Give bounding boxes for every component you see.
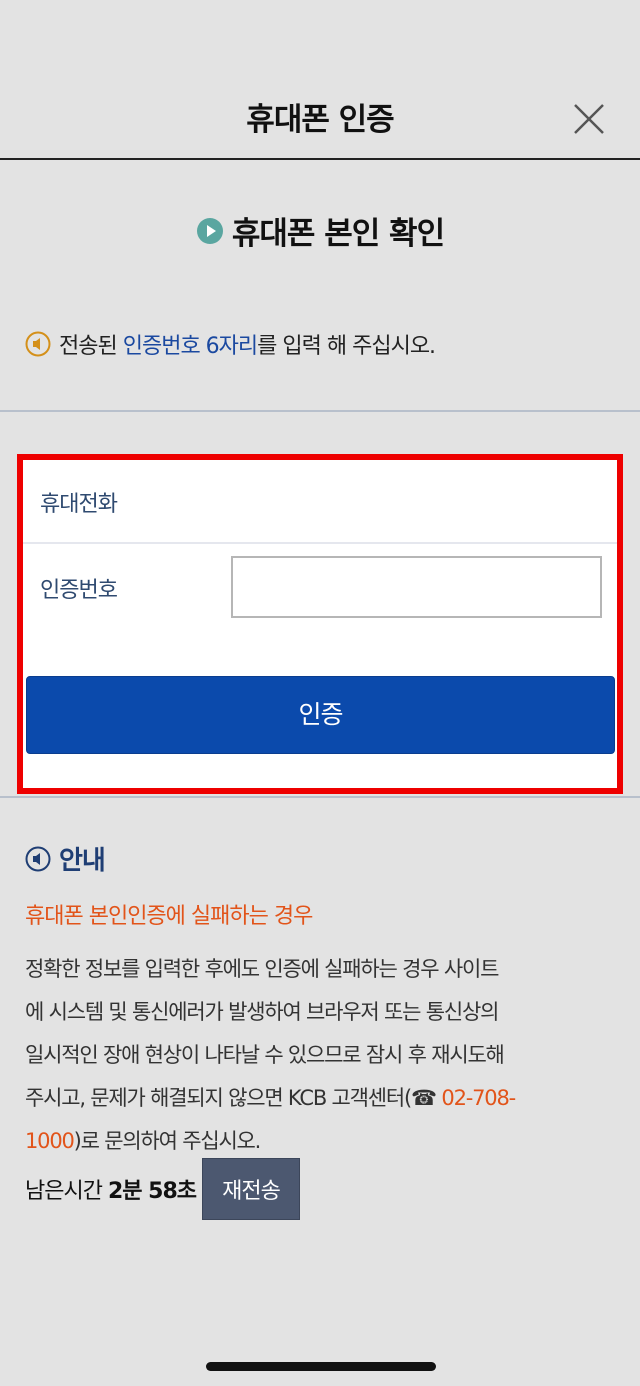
- instruction: 전송된 인증번호 6자리를 입력 해 주십시오.: [25, 328, 436, 360]
- phone-icon: ☎: [410, 1086, 437, 1110]
- header: 휴대폰 인증: [0, 0, 640, 160]
- notice-body: 정확한 정보를 입력한 후에도 인증에 실패하는 경우 사이트 에 시스템 및 …: [25, 948, 620, 1163]
- phone-number-part1: 02-708-: [435, 1086, 516, 1110]
- phone-row: 휴대전화: [23, 460, 617, 544]
- notice-heading: 안내: [25, 840, 106, 877]
- divider: [0, 410, 640, 412]
- home-indicator: [206, 1362, 436, 1371]
- notice-line-text: )로 문의하여 주십시오.: [73, 1129, 262, 1153]
- notice-line: 정확한 정보를 입력한 후에도 인증에 실패하는 경우 사이트: [25, 957, 499, 981]
- timer-value: 2분 58초: [107, 1179, 197, 1204]
- notice-line: 에 시스템 및 통신에러가 발생하여 브라우저 또는 통신상의: [25, 1000, 499, 1024]
- divider: [0, 796, 640, 798]
- notice-title: 안내: [59, 846, 106, 876]
- notice-subtitle: 휴대폰 본인인증에 실패하는 경우: [25, 904, 313, 929]
- section-title: 휴대폰 본인 확인: [0, 208, 640, 253]
- speaker-icon: [25, 331, 51, 357]
- timer-row: 남은시간 2분 58초 재전송: [25, 1158, 301, 1220]
- close-icon[interactable]: [572, 102, 606, 136]
- instruction-suffix: 를 입력 해 주십시오.: [257, 334, 436, 359]
- instruction-highlight: 인증번호 6자리: [122, 334, 258, 359]
- code-label: 인증번호: [40, 578, 118, 603]
- notice-line-text: 주시고, 문제가 해결되지 않으면 KCB 고객센터(: [25, 1086, 412, 1110]
- instruction-prefix: 전송된: [59, 334, 123, 359]
- code-input[interactable]: [231, 556, 602, 618]
- instruction-text: 전송된 인증번호 6자리를 입력 해 주십시오.: [59, 328, 436, 360]
- phone-label: 휴대전화: [40, 492, 118, 517]
- verify-button[interactable]: 인증: [26, 676, 615, 754]
- notice-line: 주시고, 문제가 해결되지 않으면 KCB 고객센터(☎ 02-708-: [25, 1077, 620, 1120]
- verification-form: 휴대전화 인증번호 인증: [17, 454, 623, 794]
- resend-button[interactable]: 재전송: [202, 1158, 301, 1220]
- notice-line: 일시적인 장애 현상이 나타날 수 있으므로 잠시 후 재시도해: [25, 1043, 505, 1067]
- section-title-text: 휴대폰 본인 확인: [231, 216, 445, 252]
- timer-label: 남은시간: [25, 1179, 103, 1204]
- phone-number-part2: 1000: [25, 1129, 75, 1153]
- play-circle-icon: [196, 217, 223, 244]
- notice-line: 1000)로 문의하여 주십시오.: [25, 1120, 620, 1163]
- speaker-icon: [25, 846, 51, 871]
- page-title: 휴대폰 인증: [246, 102, 394, 138]
